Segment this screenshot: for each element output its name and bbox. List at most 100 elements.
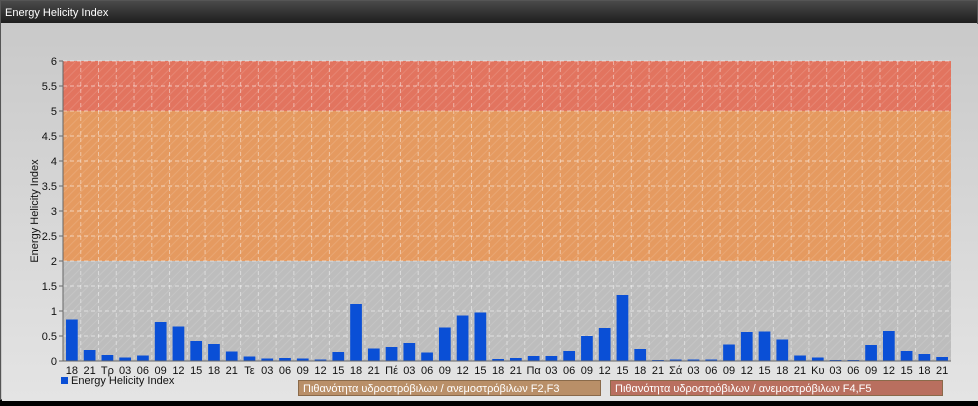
x-tick-label: Κυ [811, 365, 824, 377]
chart-window: Energy Helicity Index 0 0.5 1 1.5 2 2.5 3 3.5 4 4… [0, 0, 978, 401]
band-label-f2f3: Πιθανότητα υδροστρόβιλων / ανεμοστρόβιλω… [298, 380, 601, 396]
y-tick-label: 2.5 [42, 231, 57, 243]
bar-26 [527, 356, 540, 361]
x-tick-label: 18 [634, 365, 646, 377]
bar-40 [776, 339, 789, 361]
x-tick-label: 18 [208, 365, 220, 377]
bar-28 [563, 351, 576, 361]
y-tick-label: 5 [51, 106, 57, 118]
x-tick-label: 09 [297, 365, 309, 377]
x-axis: 18 21 Τρ 03 06 09 12 15 18 21 Τε 03 06 09 12 15 18 21 Πέ 03… [63, 360, 951, 377]
x-tick-label: 06 [563, 365, 575, 377]
x-tick-label: 12 [741, 365, 753, 377]
bar-29 [581, 336, 593, 361]
y-tick-label: 6 [51, 56, 57, 68]
y-tick-label: 4 [51, 156, 57, 168]
bar-31 [616, 295, 629, 361]
bar-9 [225, 351, 238, 361]
y-tick-label: 3 [51, 206, 57, 218]
bar-19 [403, 343, 416, 361]
bar-8 [208, 344, 220, 361]
x-tick-label: Πέ [385, 365, 398, 377]
bar-37 [723, 344, 735, 361]
x-tick-label: 21 [226, 365, 238, 377]
bar-45 [865, 345, 877, 361]
y-tick-label: 0.5 [42, 331, 57, 343]
bar-39 [758, 331, 771, 361]
x-tick-label: 09 [865, 365, 877, 377]
y-tick-label: 5.5 [42, 81, 57, 93]
x-tick-label: 03 [829, 365, 841, 377]
x-tick-label: 15 [190, 365, 202, 377]
x-tick-label: 09 [723, 365, 735, 377]
legend-series: Energy Helicity Index [61, 375, 174, 387]
bar-38 [740, 332, 753, 361]
bar-3 [119, 357, 132, 361]
bar-30 [598, 328, 611, 361]
bar-7 [190, 341, 203, 361]
y-axis-label: Energy Helicity Index [29, 159, 41, 263]
bar-0 [66, 319, 78, 361]
x-tick-label: Πα [526, 365, 541, 377]
bar-32 [634, 349, 647, 361]
bar-48 [918, 354, 931, 361]
bar-2 [101, 355, 114, 361]
y-tick-label: 3.5 [42, 181, 57, 193]
x-tick-label: 06 [705, 365, 717, 377]
x-tick-label: 15 [474, 365, 486, 377]
x-tick-label: 15 [616, 365, 628, 377]
x-tick-label: 15 [758, 365, 770, 377]
bar-6 [172, 326, 185, 361]
bar-23 [474, 312, 487, 361]
y-tick-label: 0 [51, 356, 57, 368]
x-tick-label: 15 [900, 365, 912, 377]
x-tick-label: Σά [669, 365, 683, 377]
y-tick-label: 1 [51, 306, 57, 318]
x-tick-label: 09 [439, 365, 451, 377]
x-tick-label: 03 [261, 365, 273, 377]
legend-swatch [61, 377, 68, 384]
bar-42 [811, 357, 824, 361]
x-tick-label: 12 [883, 365, 895, 377]
plot-area: 0 0.5 1 1.5 2 2.5 3 3.5 4 4.5 5 5.5 6 Energy Helicit… [2, 24, 978, 401]
y-tick-label: 2 [51, 256, 57, 268]
bar-20 [421, 352, 433, 361]
x-tick-label: 06 [421, 365, 433, 377]
bar-17 [367, 348, 380, 361]
x-tick-label: 03 [687, 365, 699, 377]
window-title: Energy Helicity Index [1, 1, 977, 23]
bar-18 [385, 347, 398, 361]
bar-21 [438, 327, 451, 361]
x-tick-label: 21 [652, 365, 664, 377]
y-axis: 0 0.5 1 1.5 2 2.5 3 3.5 4 4.5 5 5.5 6 [42, 56, 64, 368]
x-tick-label: 03 [545, 365, 557, 377]
x-tick-label: 18 [350, 365, 362, 377]
x-tick-label: 21 [510, 365, 522, 377]
band-label-f4f5: Πιθανότητα υδροστρόβιλων / ανεμοστρόβιλω… [610, 380, 943, 396]
x-tick-label: 15 [332, 365, 344, 377]
y-tick-label: 4.5 [42, 131, 57, 143]
bar-46 [882, 331, 895, 361]
x-tick-label: 21 [794, 365, 806, 377]
bar-22 [456, 315, 469, 361]
x-tick-label: 12 [456, 365, 468, 377]
x-tick-label: 09 [581, 365, 593, 377]
bar-15 [332, 352, 345, 361]
bar-16 [350, 304, 362, 361]
bar-41 [794, 355, 806, 361]
y-tick-label: 1.5 [42, 281, 57, 293]
x-tick-label: 18 [918, 365, 930, 377]
bar-4 [137, 355, 149, 361]
x-tick-label: 21 [936, 365, 948, 377]
legend-series-label: Energy Helicity Index [71, 375, 175, 387]
x-tick-label: 18 [776, 365, 788, 377]
bar-49 [936, 357, 948, 361]
bar-27 [545, 356, 558, 361]
bar-47 [900, 351, 913, 361]
bar-10 [243, 356, 256, 361]
x-tick-label: 06 [279, 365, 291, 377]
x-tick-label: 12 [314, 365, 326, 377]
energy-helicity-chart: 0 0.5 1 1.5 2 2.5 3 3.5 4 4.5 5 5.5 6 Energy Helicit… [29, 56, 951, 377]
x-tick-label: 18 [492, 365, 504, 377]
bar-5 [154, 322, 167, 361]
